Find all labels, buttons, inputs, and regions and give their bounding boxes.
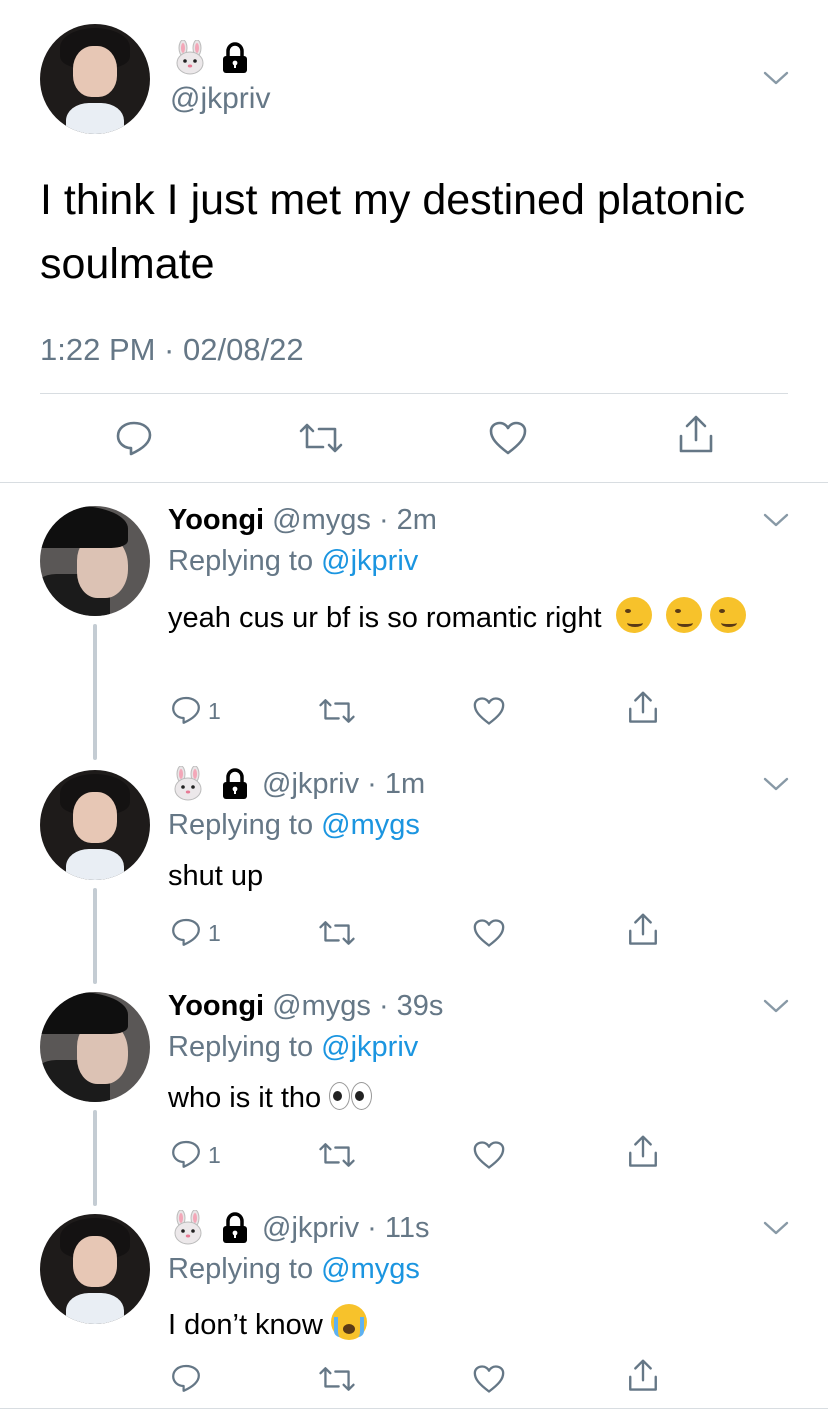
chevron-down-icon[interactable] (762, 996, 790, 1016)
retweet-icon[interactable] (298, 420, 344, 456)
avatar-jkpriv[interactable] (40, 24, 150, 134)
reply-text-content: I don’t know (168, 1309, 323, 1341)
reply-text: shut up (168, 860, 264, 892)
reply-author-line[interactable]: Yoongi @mygs · 39s (168, 990, 443, 1023)
retweet-icon[interactable] (318, 696, 356, 726)
main-tweet-handle[interactable]: @jkpriv (170, 82, 270, 116)
share-icon[interactable] (626, 912, 660, 948)
chevron-down-icon[interactable] (762, 774, 790, 794)
replying-to: Replying to @mygs (168, 809, 420, 842)
replying-to-label: Replying to (168, 1031, 314, 1063)
loudly-crying-face-emoji (330, 1304, 367, 1340)
lock-icon (220, 768, 250, 800)
thread-line (93, 1110, 97, 1206)
like-icon[interactable] (472, 696, 506, 726)
reply-text: yeah cus ur bf is so romantic right (168, 596, 768, 640)
reply-text: who is it tho (168, 1082, 373, 1115)
share-icon[interactable] (626, 1358, 660, 1394)
reply-count: 1 (208, 920, 221, 946)
bunny-face-emoji (172, 39, 208, 76)
like-icon[interactable] (472, 1140, 506, 1170)
reply-text-content: yeah cus ur bf is so romantic right (168, 602, 602, 634)
avatar-jkpriv[interactable] (40, 770, 150, 880)
author-handle-time[interactable]: @jkpriv · 11s (262, 1212, 430, 1245)
woozy-face-emoji (665, 597, 702, 633)
avatar-yoongi[interactable] (40, 992, 150, 1102)
like-icon[interactable] (472, 918, 506, 948)
replying-to-link[interactable]: @mygs (321, 809, 420, 841)
reply-count: 1 (208, 1142, 221, 1168)
author-handle-time[interactable]: @mygs · 39s (272, 990, 443, 1022)
reply-icon[interactable] (170, 1362, 202, 1394)
replying-to-label: Replying to (168, 1253, 314, 1285)
reply-author-line[interactable]: Yoongi @mygs · 2m (168, 504, 437, 537)
lock-icon (220, 1212, 250, 1244)
author-name[interactable]: Yoongi (168, 990, 264, 1022)
retweet-icon[interactable] (318, 918, 356, 948)
reply-text-content: who is it tho (168, 1082, 322, 1114)
author-handle-time[interactable]: @mygs · 2m (272, 504, 437, 536)
bunny-face-emoji (170, 765, 206, 802)
reply-icon[interactable] (170, 1138, 202, 1170)
main-tweet-divider (40, 393, 788, 394)
replying-to-link[interactable]: @jkpriv (321, 545, 418, 577)
lock-icon (220, 42, 250, 74)
share-icon[interactable] (626, 1134, 660, 1170)
eyes-emoji (329, 1082, 373, 1114)
reply-icon[interactable] (170, 916, 202, 948)
replying-to: Replying to @jkpriv (168, 545, 418, 578)
replying-to-label: Replying to (168, 809, 314, 841)
replying-to: Replying to @jkpriv (168, 1031, 418, 1064)
share-icon[interactable] (626, 690, 660, 726)
like-icon[interactable] (488, 420, 528, 456)
bunny-face-emoji (170, 1209, 206, 1246)
replying-to: Replying to @mygs (168, 1253, 420, 1286)
reply-count: 1 (208, 698, 221, 724)
author-handle-time[interactable]: @jkpriv · 1m (262, 768, 425, 801)
woozy-face-emoji (709, 597, 746, 633)
bottom-divider (0, 1408, 828, 1409)
chevron-down-icon[interactable] (762, 1218, 790, 1238)
reply-text: I don’t know (168, 1304, 367, 1342)
retweet-icon[interactable] (318, 1140, 356, 1170)
main-tweet-text: I think I just met my destined platonic … (40, 176, 746, 288)
like-icon[interactable] (472, 1364, 506, 1394)
thread-line (93, 888, 97, 984)
section-divider (0, 482, 828, 483)
reply-icon[interactable] (170, 694, 202, 726)
share-icon[interactable] (676, 414, 716, 456)
main-tweet-timestamp: 1:22 PM · 02/08/22 (40, 332, 304, 367)
author-name[interactable]: Yoongi (168, 504, 264, 536)
retweet-icon[interactable] (318, 1364, 356, 1394)
chevron-down-icon[interactable] (762, 510, 790, 530)
replying-to-link[interactable]: @jkpriv (321, 1031, 418, 1063)
replying-to-link[interactable]: @mygs (321, 1253, 420, 1285)
avatar-jkpriv[interactable] (40, 1214, 150, 1324)
chevron-down-icon[interactable] (762, 68, 790, 88)
replying-to-label: Replying to (168, 545, 314, 577)
woozy-face-emoji (615, 597, 652, 633)
avatar-yoongi[interactable] (40, 506, 150, 616)
thread-line (93, 624, 97, 760)
reply-icon[interactable] (114, 418, 154, 458)
